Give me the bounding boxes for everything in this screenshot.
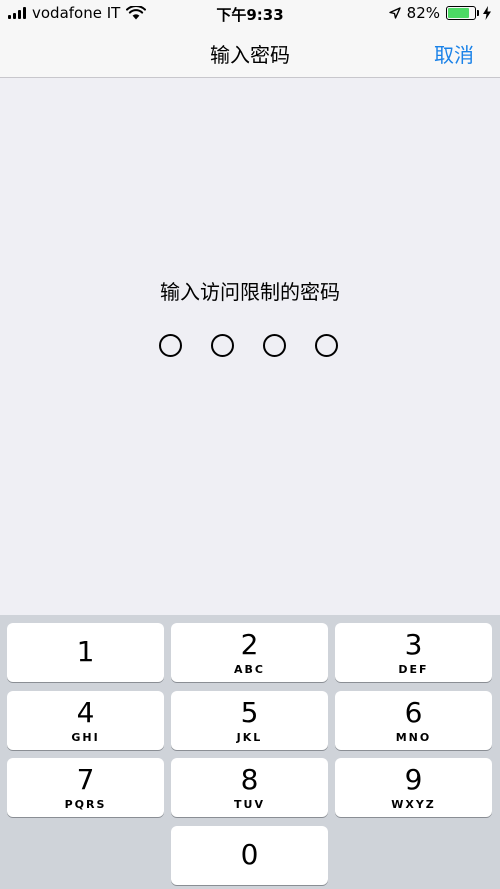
key-number: 0 bbox=[240, 838, 259, 871]
key-8[interactable]: 8 TUV bbox=[171, 758, 328, 817]
key-7[interactable]: 7 PQRS bbox=[7, 758, 164, 817]
passcode-screen: vodafone IT 下午9:33 82% 输入密码 取消 输入访问限制的密码… bbox=[0, 0, 500, 889]
page-title: 输入密码 bbox=[210, 43, 290, 67]
numeric-keypad: 1 2 ABC 3 DEF 4 GHI 5 JKL 6 MNO 7 PQRS 8… bbox=[0, 615, 500, 889]
key-letters: WXYZ bbox=[391, 798, 436, 811]
passcode-dot bbox=[315, 334, 338, 357]
key-5[interactable]: 5 JKL bbox=[171, 691, 328, 750]
key-number: 9 bbox=[404, 763, 423, 796]
key-number: 2 bbox=[240, 628, 259, 661]
key-letters: GHI bbox=[71, 731, 100, 744]
key-letters: ABC bbox=[234, 663, 265, 676]
status-right: 82% bbox=[388, 4, 492, 22]
key-4[interactable]: 4 GHI bbox=[7, 691, 164, 750]
key-3[interactable]: 3 DEF bbox=[335, 623, 492, 682]
key-number: 6 bbox=[404, 696, 423, 729]
status-bar: vodafone IT 下午9:33 82% bbox=[0, 0, 500, 26]
key-9[interactable]: 9 WXYZ bbox=[335, 758, 492, 817]
key-2[interactable]: 2 ABC bbox=[171, 623, 328, 682]
key-letters: MNO bbox=[395, 731, 432, 744]
passcode-dots bbox=[159, 334, 338, 357]
key-number: 3 bbox=[404, 628, 423, 661]
cancel-button[interactable]: 取消 bbox=[434, 39, 474, 68]
key-number: 4 bbox=[76, 696, 95, 729]
passcode-dot bbox=[159, 334, 182, 357]
key-1[interactable]: 1 bbox=[7, 623, 164, 682]
key-number: 5 bbox=[240, 696, 259, 729]
key-number: 8 bbox=[240, 763, 259, 796]
passcode-dot bbox=[211, 334, 234, 357]
location-arrow-icon bbox=[388, 7, 401, 19]
key-number: 7 bbox=[76, 763, 95, 796]
key-letters: JKL bbox=[236, 731, 263, 744]
key-6[interactable]: 6 MNO bbox=[335, 691, 492, 750]
battery-percent: 82% bbox=[406, 4, 440, 22]
key-letters: DEF bbox=[398, 663, 429, 676]
passcode-prompt: 输入访问限制的密码 bbox=[160, 280, 340, 304]
key-letters: TUV bbox=[234, 798, 265, 811]
passcode-dot bbox=[263, 334, 286, 357]
charging-bolt-icon bbox=[483, 6, 491, 20]
key-number: 1 bbox=[76, 635, 95, 668]
key-0[interactable]: 0 bbox=[171, 826, 328, 885]
key-letters: PQRS bbox=[64, 798, 107, 811]
battery-level-fill bbox=[448, 8, 469, 18]
navigation-bar: 输入密码 取消 bbox=[0, 26, 500, 78]
battery-icon bbox=[446, 6, 479, 20]
